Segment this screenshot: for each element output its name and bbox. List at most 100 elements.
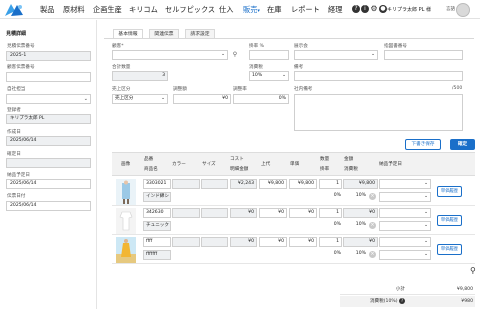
save-draft-button[interactable]: 下書き保存 bbox=[405, 139, 441, 150]
adjust-amount-label: 調整額 bbox=[173, 87, 187, 92]
clear-icon[interactable]: × bbox=[369, 251, 376, 258]
upper-price-field[interactable]: ¥0 bbox=[259, 237, 287, 247]
search-icon[interactable]: ⚲ bbox=[231, 50, 239, 60]
qty-field[interactable]: 1 bbox=[319, 237, 342, 247]
product-thumbnail bbox=[116, 208, 136, 234]
customer-slip-no-field[interactable] bbox=[6, 72, 91, 82]
tax-value: 10% bbox=[355, 251, 366, 256]
remarks-input[interactable] bbox=[294, 71, 463, 81]
product-thumbnail bbox=[116, 237, 136, 263]
qty-field[interactable]: 1 bbox=[319, 208, 342, 218]
gear-icon[interactable]: ⚙ bbox=[370, 5, 378, 13]
chevron-down-icon: ⌄ bbox=[83, 96, 88, 102]
chevron-down-icon: ⌄ bbox=[424, 194, 428, 199]
sales-type-value: 売上区分 bbox=[115, 96, 134, 101]
col-product-name: 商品名 bbox=[144, 167, 158, 172]
unit-price-field[interactable]: ¥9,800 bbox=[289, 179, 317, 189]
clear-icon[interactable]: × bbox=[369, 193, 376, 200]
tax-select[interactable]: 10% ⌄ bbox=[249, 71, 289, 81]
chevron-down-icon: ⌄ bbox=[282, 73, 286, 78]
table-row: 342630 チュニック ¥0 ¥0 ¥0 1 0% ¥0 10% × ⌄ ⌄ … bbox=[112, 206, 475, 235]
help-icon[interactable]: ? bbox=[352, 5, 360, 13]
adjust-rate-input[interactable]: 0% bbox=[233, 94, 289, 104]
app-logo[interactable] bbox=[3, 2, 25, 18]
nav-item-sales-label: 販売 bbox=[243, 5, 258, 14]
table-header: 画像 品番 商品名 カラー サイズ コスト 明細金額 上代 単価 数量 掛率 金… bbox=[112, 152, 475, 176]
question-icon[interactable]: ? bbox=[399, 298, 405, 304]
tab-divider bbox=[104, 38, 474, 39]
user-icon[interactable]: ● bbox=[379, 5, 387, 13]
sales-type-label: 売上区分 bbox=[112, 87, 131, 92]
nav-item-purchase[interactable]: 仕入 bbox=[219, 5, 233, 15]
delivery-date-sub-select[interactable]: ⌄ bbox=[379, 192, 431, 202]
adjust-rate-label: 調整率 bbox=[233, 87, 247, 92]
col-amount: 金額 bbox=[344, 157, 354, 162]
rate-input[interactable] bbox=[249, 50, 289, 60]
col-rate: 掛率 bbox=[320, 167, 330, 172]
nav-item-accounting[interactable]: 経理 bbox=[328, 5, 342, 15]
unit-price-field[interactable]: ¥0 bbox=[289, 237, 317, 247]
nav-item-kiricom[interactable]: キリコム bbox=[129, 5, 158, 15]
nav-item-reports[interactable]: レポート bbox=[291, 5, 320, 15]
tax-value: 10% bbox=[355, 222, 366, 227]
col-qty: 数量 bbox=[320, 157, 330, 162]
rate-value: 0% bbox=[333, 193, 341, 198]
user-name[interactable]: キリプラ太郎 PL 様 bbox=[387, 6, 431, 13]
confirm-button[interactable]: 確定 bbox=[450, 139, 475, 150]
cost-field: ¥2,243 bbox=[230, 179, 257, 189]
col-product-no: 品番 bbox=[144, 157, 154, 162]
rate-value: 0% bbox=[333, 222, 341, 227]
delivery-date-select[interactable]: ⌄ bbox=[379, 237, 431, 247]
clear-icon[interactable]: × bbox=[369, 222, 376, 229]
nav-item-inventory[interactable]: 在庫 bbox=[267, 5, 281, 15]
tax-value: 10% bbox=[355, 193, 366, 198]
adjust-amount-input[interactable]: ¥0 bbox=[173, 94, 231, 104]
product-no-field[interactable]: 3303021 bbox=[143, 179, 171, 189]
product-no-field[interactable]: 342630 bbox=[143, 208, 171, 218]
price-history-button[interactable]: 単価履歴 bbox=[437, 215, 462, 226]
staff-label: 自社担当 bbox=[7, 87, 26, 92]
tax-select-value: 10% bbox=[252, 73, 263, 78]
staff-select[interactable]: ⌄ bbox=[6, 94, 91, 104]
info-icon[interactable]: i bbox=[361, 5, 369, 13]
nav-item-materials[interactable]: 原材料 bbox=[63, 5, 85, 15]
qty-field[interactable]: 1 bbox=[319, 179, 342, 189]
search-icon[interactable]: ⚲ bbox=[470, 266, 476, 275]
product-no-field[interactable]: ffff bbox=[143, 237, 171, 247]
delivery-date-select[interactable]: ⌄ bbox=[379, 208, 431, 218]
top-navigation: 製品 原材料 企画生産 キリコム セルフピックス 仕入 販売▾ 在庫 レポート … bbox=[0, 0, 480, 19]
col-delivery: 納品予定日 bbox=[379, 162, 402, 167]
upper-price-field[interactable]: ¥9,800 bbox=[259, 179, 287, 189]
color-field bbox=[172, 179, 200, 189]
sales-type-select[interactable]: 売上区分 ⌄ bbox=[112, 94, 168, 104]
internal-remarks-textarea[interactable] bbox=[294, 94, 463, 131]
delivery-date-select[interactable]: ⌄ bbox=[379, 179, 431, 189]
confirmed-date-label: 確定日 bbox=[7, 152, 21, 157]
created-date-field: 2025/06/14 bbox=[6, 136, 91, 146]
nav-item-sales[interactable]: 販売▾ bbox=[243, 5, 260, 15]
upper-price-field[interactable]: ¥0 bbox=[259, 208, 287, 218]
size-field bbox=[201, 208, 228, 218]
delivery-date-sub-select[interactable]: ⌄ bbox=[379, 250, 431, 260]
registrant-field: キリプラ太郎 PL bbox=[6, 114, 91, 124]
avatar[interactable] bbox=[456, 3, 470, 17]
chevron-down-icon: ⌄ bbox=[424, 181, 428, 186]
showroom-select[interactable]: ⌄ bbox=[294, 50, 378, 60]
rate-label: 掛率 % bbox=[249, 44, 265, 49]
designated-no-input[interactable] bbox=[384, 50, 463, 60]
nav-item-planning[interactable]: 企画生産 bbox=[93, 5, 122, 15]
slip-date-field[interactable]: 2025/06/14 bbox=[6, 201, 91, 211]
customer-select[interactable]: ⌄ bbox=[112, 50, 228, 60]
unit-price-field[interactable]: ¥0 bbox=[289, 208, 317, 218]
delivery-date-sub-select[interactable]: ⌄ bbox=[379, 221, 431, 231]
delivery-date-field[interactable]: 2025/06/14 bbox=[6, 179, 91, 189]
nav-item-selfpicks[interactable]: セルフピックス bbox=[165, 5, 215, 15]
price-history-button[interactable]: 単価履歴 bbox=[437, 244, 462, 255]
chevron-down-icon: ⌄ bbox=[221, 52, 225, 57]
nav-item-products[interactable]: 製品 bbox=[40, 5, 54, 15]
price-history-button[interactable]: 単価履歴 bbox=[437, 186, 462, 197]
product-name-field: インド綿シ bbox=[143, 192, 171, 202]
language-selector[interactable]: 言語 bbox=[446, 6, 455, 12]
col-tax: 消費税 bbox=[344, 167, 358, 172]
col-color: カラー bbox=[172, 162, 186, 167]
